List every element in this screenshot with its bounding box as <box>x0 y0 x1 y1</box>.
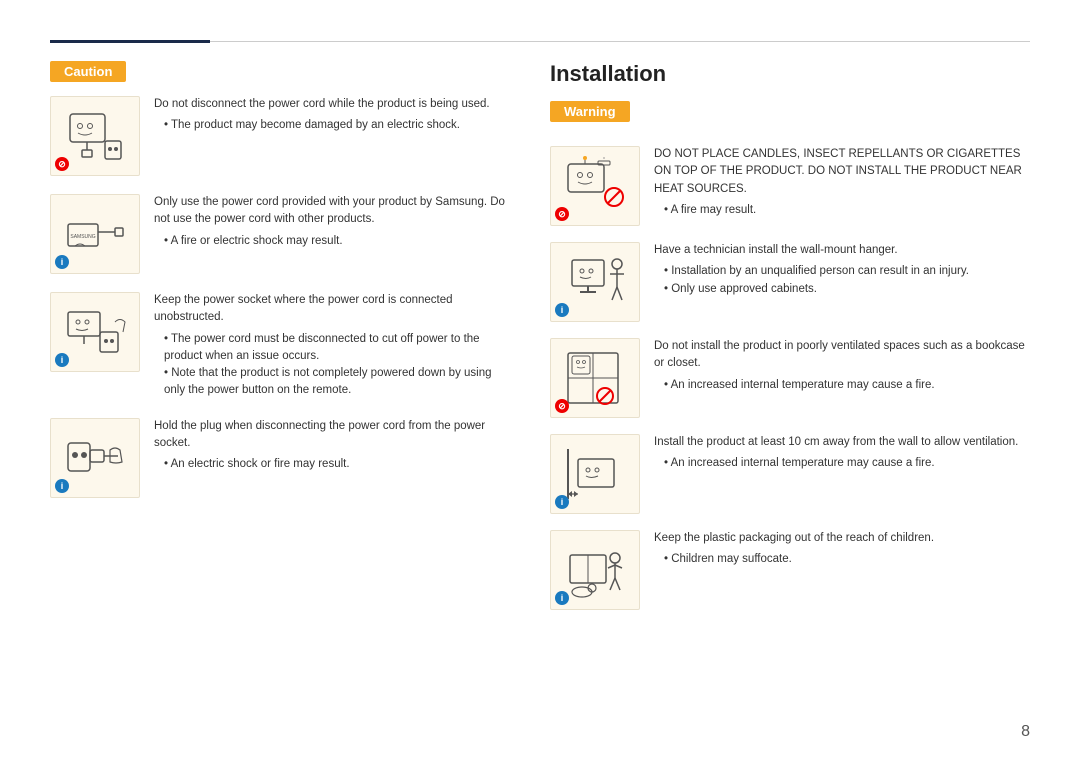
caution-3-text: Keep the power socket where the power co… <box>154 292 510 400</box>
illus-caution-4-svg <box>60 428 130 488</box>
badge-red-install-3: ⊘ <box>555 399 569 413</box>
install-5-main: Keep the plastic packaging out of the re… <box>654 530 1030 547</box>
install-3-bullets: An increased internal temperature may ca… <box>654 377 1030 394</box>
illus-install-3: ⊘ <box>550 338 640 418</box>
illus-caution-4: i <box>50 418 140 498</box>
caution-2-text: Only use the power cord provided with yo… <box>154 194 510 250</box>
install-1-bullets: A fire may result. <box>654 202 1030 219</box>
illus-install-2-svg <box>560 252 630 312</box>
install-item-3: ⊘ Do not install the product in poorly v… <box>550 338 1030 418</box>
badge-red-1: ⊘ <box>55 157 69 171</box>
install-2-text: Have a technician install the wall-mount… <box>654 242 1030 298</box>
page-container: Caution <box>0 0 1080 763</box>
install-4-main: Install the product at least 10 cm away … <box>654 434 1030 451</box>
install-item-4: i Install the product at least 10 cm awa… <box>550 434 1030 514</box>
caution-item-1: ⊘ Do not disconnect the power cord while… <box>50 96 510 176</box>
illus-install-1: ⊘ <box>550 146 640 226</box>
install-5-bullets: Children may suffocate. <box>654 551 1030 568</box>
install-2-main: Have a technician install the wall-mount… <box>654 242 1030 259</box>
rule-light <box>210 41 1030 42</box>
illus-caution-2: SAMSUNG i <box>50 194 140 274</box>
left-column: Caution <box>50 61 510 733</box>
caution-item-4: i Hold the plug when disconnecting the p… <box>50 418 510 498</box>
install-1-text: DO NOT PLACE CANDLES, INSECT REPELLANTS … <box>654 146 1030 219</box>
caution-2-main: Only use the power cord provided with yo… <box>154 194 510 229</box>
badge-red-install-1: ⊘ <box>555 207 569 221</box>
illus-caution-1-svg <box>60 106 130 166</box>
illus-install-4: i <box>550 434 640 514</box>
badge-blue-install-4: i <box>555 495 569 509</box>
badge-blue-2: i <box>55 255 69 269</box>
caution-4-bullets: An electric shock or fire may result. <box>154 456 510 473</box>
badge-blue-install-5: i <box>555 591 569 605</box>
rule-dark <box>50 40 210 43</box>
svg-text:SAMSUNG: SAMSUNG <box>70 234 95 240</box>
caution-3-bullet-1: The power cord must be disconnected to c… <box>164 331 510 366</box>
page-number: 8 <box>1021 723 1030 741</box>
installation-title: Installation <box>550 61 1030 87</box>
caution-2-bullets: A fire or electric shock may result. <box>154 233 510 250</box>
badge-blue-3: i <box>55 353 69 367</box>
caution-item-2: SAMSUNG i Only use the power cord provid… <box>50 194 510 274</box>
badge-blue-4: i <box>55 479 69 493</box>
caution-4-bullet-1: An electric shock or fire may result. <box>164 456 510 473</box>
caution-3-bullets: The power cord must be disconnected to c… <box>154 331 510 400</box>
install-2-bullet-1: Installation by an unqualified person ca… <box>664 263 1030 280</box>
caution-item-3: i Keep the power socket where the power … <box>50 292 510 400</box>
illus-install-5: i <box>550 530 640 610</box>
install-item-2: i Have a technician install the wall-mou… <box>550 242 1030 322</box>
illus-caution-3-svg <box>60 302 130 362</box>
install-3-main: Do not install the product in poorly ven… <box>654 338 1030 373</box>
install-3-bullet-1: An increased internal temperature may ca… <box>664 377 1030 394</box>
illus-caution-3: i <box>50 292 140 372</box>
caution-4-text: Hold the plug when disconnecting the pow… <box>154 418 510 474</box>
illus-install-4-svg <box>560 444 630 504</box>
caution-1-bullet-1: The product may become damaged by an ele… <box>164 117 510 134</box>
caution-1-text: Do not disconnect the power cord while t… <box>154 96 510 135</box>
warning-badge: Warning <box>550 101 630 122</box>
badge-blue-install-2: i <box>555 303 569 317</box>
caution-badge: Caution <box>50 61 126 82</box>
caution-1-bullets: The product may become damaged by an ele… <box>154 117 510 134</box>
illus-install-5-svg <box>560 540 630 600</box>
install-5-bullet-1: Children may suffocate. <box>664 551 1030 568</box>
illus-caution-1: ⊘ <box>50 96 140 176</box>
illus-caution-2-svg: SAMSUNG <box>60 204 130 264</box>
install-5-text: Keep the plastic packaging out of the re… <box>654 530 1030 569</box>
caution-1-main: Do not disconnect the power cord while t… <box>154 96 510 113</box>
install-1-bullet-1: A fire may result. <box>664 202 1030 219</box>
install-4-bullets: An increased internal temperature may ca… <box>654 455 1030 472</box>
illus-install-2: i <box>550 242 640 322</box>
caution-3-bullet-2: Note that the product is not completely … <box>164 365 510 400</box>
install-item-5: i Keep the plastic packaging out of the … <box>550 530 1030 610</box>
illus-install-3-svg <box>560 348 630 408</box>
install-3-text: Do not install the product in poorly ven… <box>654 338 1030 394</box>
install-2-bullet-2: Only use approved cabinets. <box>664 281 1030 298</box>
columns: Caution <box>50 61 1030 733</box>
caution-2-bullet-1: A fire or electric shock may result. <box>164 233 510 250</box>
caution-3-main: Keep the power socket where the power co… <box>154 292 510 327</box>
install-4-bullet-1: An increased internal temperature may ca… <box>664 455 1030 472</box>
right-column: Installation Warning <box>550 61 1030 733</box>
install-2-bullets: Installation by an unqualified person ca… <box>654 263 1030 298</box>
install-item-1: ⊘ DO NOT PLACE CANDLES, INSECT REPELLANT… <box>550 146 1030 226</box>
illus-install-1-svg <box>560 156 630 216</box>
install-4-text: Install the product at least 10 cm away … <box>654 434 1030 473</box>
top-rules <box>50 40 1030 43</box>
caution-4-main: Hold the plug when disconnecting the pow… <box>154 418 510 453</box>
install-1-main: DO NOT PLACE CANDLES, INSECT REPELLANTS … <box>654 146 1030 198</box>
